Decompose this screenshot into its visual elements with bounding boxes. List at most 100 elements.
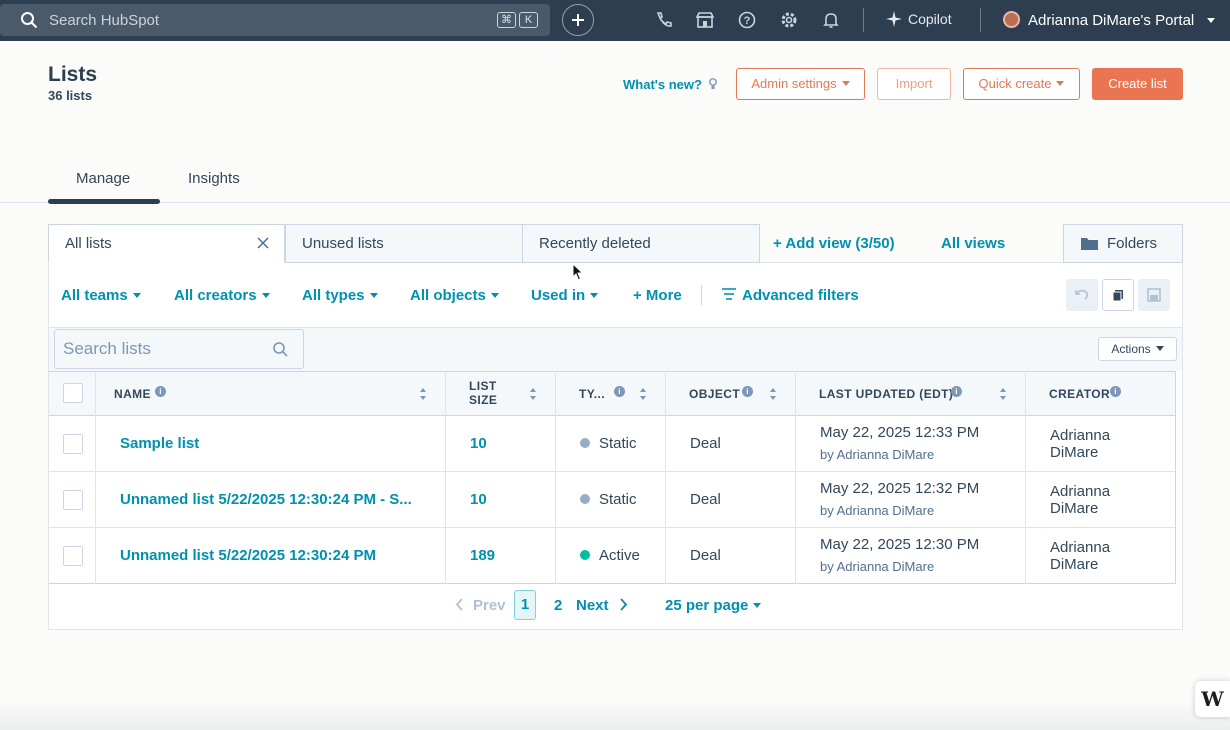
list-object: Deal [690,491,721,508]
sort-icon[interactable] [419,386,427,402]
save-view-button[interactable] [1138,279,1170,311]
marketplace-icon[interactable] [695,10,715,30]
import-button[interactable]: Import [877,68,951,100]
filter-all-teams[interactable]: All teams [61,287,141,304]
creator-first: Adrianna [1050,483,1111,500]
admin-settings-label: Admin settings [751,76,837,91]
bottom-shade [0,700,1230,730]
list-type: Static [580,435,637,452]
list-name-link[interactable]: Unnamed list 5/22/2025 12:30:24 PM [120,547,376,564]
filter-label: All objects [410,287,486,304]
avatar [1003,11,1020,28]
list-size-link[interactable]: 189 [470,547,495,564]
page-2-button[interactable]: 2 [554,597,562,614]
filter-all-objects[interactable]: All objects [410,287,499,304]
filter-label: Used in [531,287,586,304]
add-view-button[interactable]: + Add view (3/50) [773,235,895,252]
select-all-checkbox[interactable] [63,383,83,403]
column-header-last-updated[interactable]: LAST UPDATED (EDT) i [796,371,1026,416]
column-label: NAME [114,387,151,401]
column-header-object[interactable]: OBJECT i [666,371,796,416]
list-name-link[interactable]: Sample list [120,435,199,452]
more-filters-button[interactable]: + More [633,287,682,304]
quick-create-label: Quick create [978,76,1052,91]
column-divider [445,371,446,584]
per-page-dropdown[interactable]: 25 per page [665,597,762,614]
settings-gear-icon[interactable] [779,10,799,30]
status-dot [580,438,590,448]
column-header-list-size[interactable]: LIST SIZE [446,371,556,416]
row-checkbox[interactable] [63,546,83,566]
view-tab-recently-deleted[interactable]: Recently deleted [522,224,760,263]
prev-page-button[interactable]: Prev [455,597,506,614]
sort-icon[interactable] [639,386,647,402]
copilot-button[interactable]: Copilot [886,11,952,27]
create-new-button[interactable] [562,4,594,36]
phone-icon[interactable] [654,10,674,30]
column-header-creator[interactable]: CREATOR i [1026,371,1176,416]
view-tab-unused-lists[interactable]: Unused lists [285,224,523,263]
filter-all-creators[interactable]: All creators [174,287,270,304]
admin-settings-button[interactable]: Admin settings [736,68,865,100]
portal-name: Adrianna DiMare's Portal [1028,12,1195,29]
page-1-button[interactable]: 1 [514,590,536,620]
undo-button[interactable] [1066,279,1098,311]
filter-used-in[interactable]: Used in [531,287,599,304]
quick-create-button[interactable]: Quick create [963,68,1080,100]
column-label: OBJECT [689,387,741,401]
info-icon: i [1110,386,1121,397]
create-list-button[interactable]: Create list [1092,68,1183,100]
list-size-link[interactable]: 10 [470,491,487,508]
whats-new-link[interactable]: What's new? [623,77,717,92]
last-updated-by: by Adrianna DiMare [820,447,935,462]
table-scrollbar[interactable] [1175,371,1182,584]
row-checkbox[interactable] [63,434,83,454]
creator-last: DiMare [1050,500,1099,517]
global-search[interactable]: Search HubSpot ⌘ K [0,4,550,36]
help-icon[interactable]: ? [737,10,757,30]
column-header-name[interactable]: NAME i [96,371,446,416]
search-icon [21,12,38,29]
info-icon: i [742,386,753,397]
help-widget-w-icon[interactable]: W [1195,681,1230,717]
prev-label: Prev [473,597,506,614]
account-menu[interactable]: Adrianna DiMare's Portal [1003,11,1216,29]
last-updated-by: by Adrianna DiMare [820,559,935,574]
info-icon: i [614,386,625,397]
column-divider [795,371,796,584]
info-icon: i [951,386,962,397]
plus-icon [572,14,584,26]
advanced-filters-button[interactable]: Advanced filters [722,287,859,304]
tab-manage[interactable]: Manage [76,170,130,187]
view-tab-label: Recently deleted [539,235,651,252]
tab-insights[interactable]: Insights [188,170,240,187]
import-label: Import [895,76,933,91]
filter-lines-icon [722,288,736,300]
sort-icon[interactable] [769,386,777,402]
nav-divider [980,8,981,32]
view-tab-all-lists[interactable]: All lists [48,224,285,263]
search-lists-input[interactable] [63,338,263,360]
next-page-button[interactable]: Next [576,597,628,614]
search-lists-field[interactable] [54,329,304,369]
sort-icon[interactable] [999,386,1007,402]
notifications-bell-icon[interactable] [821,10,841,30]
list-type: Active [580,547,640,564]
chevron-down-icon [1155,346,1164,351]
chevron-down-icon [753,603,762,608]
filter-all-types[interactable]: All types [302,287,378,304]
list-size-link[interactable]: 10 [470,435,487,452]
column-label: SIZE [469,393,498,407]
list-name-link[interactable]: Unnamed list 5/22/2025 12:30:24 PM - S..… [120,491,412,508]
row-checkbox[interactable] [63,490,83,510]
tabs-divider [0,202,1230,203]
actions-dropdown[interactable]: Actions [1098,337,1177,361]
sort-icon[interactable] [529,386,537,402]
column-header-type[interactable]: TY... i [556,371,666,416]
chevron-left-icon [455,598,463,611]
close-view-icon[interactable] [257,237,269,249]
last-updated-by: by Adrianna DiMare [820,503,935,518]
all-views-link[interactable]: All views [941,235,1005,252]
status-dot [580,494,590,504]
duplicate-view-button[interactable] [1102,279,1134,311]
